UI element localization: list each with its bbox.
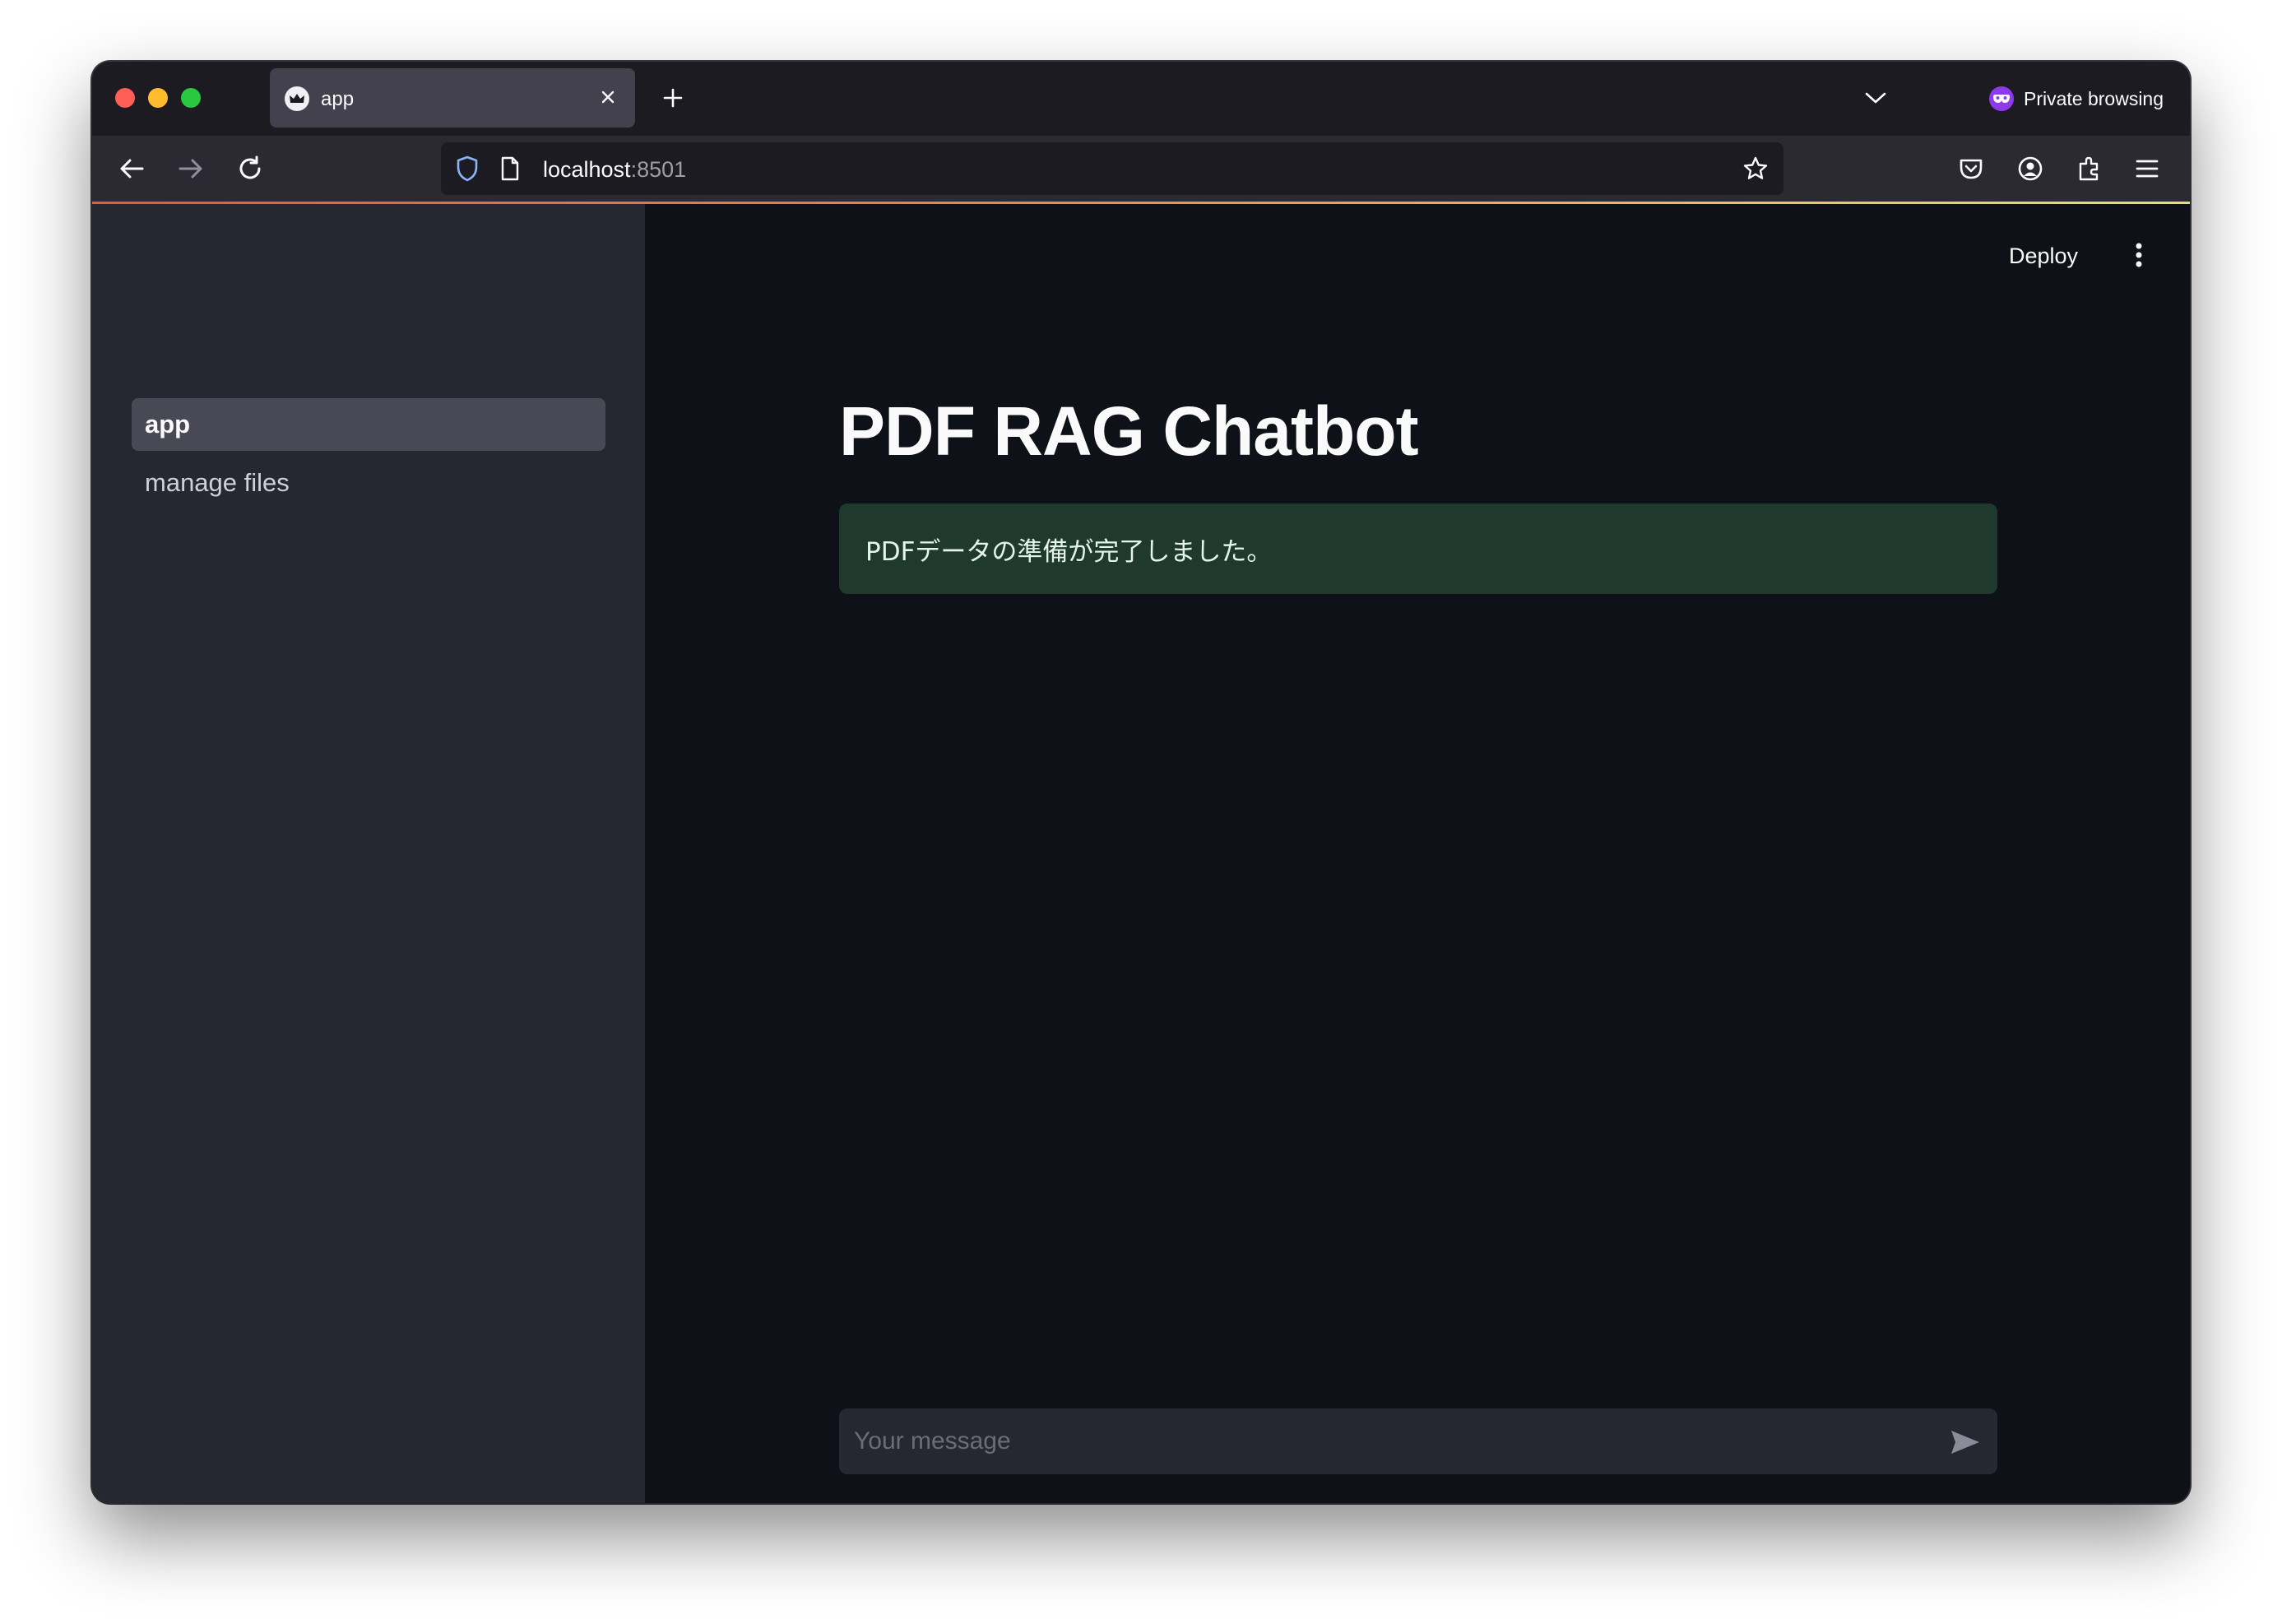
close-window-button[interactable]: [115, 88, 135, 108]
streamlit-crown-icon: [285, 86, 309, 111]
browser-titlebar: app Private browsing: [92, 62, 2190, 136]
tab-title: app: [321, 88, 355, 110]
menu-hamburger-icon[interactable]: [2129, 151, 2165, 187]
page-icon: [495, 154, 525, 183]
sidebar-item-manage-files[interactable]: manage files: [132, 457, 605, 509]
forward-arrow-icon[interactable]: [173, 151, 209, 187]
browser-window: app Private browsing localhost:8501 app …: [92, 62, 2190, 1503]
sidebar-item-app[interactable]: app: [132, 398, 605, 451]
main-content: Deploy PDF RAG Chatbot PDFデータの準備が完了しました。: [645, 204, 2190, 1503]
more-options-icon[interactable]: [2122, 239, 2155, 271]
address-bar[interactable]: localhost:8501: [441, 142, 1783, 195]
chevron-down-icon[interactable]: [1861, 83, 1890, 113]
url-port: :8501: [630, 157, 687, 182]
pocket-icon[interactable]: [1953, 151, 1989, 187]
private-mask-icon: [1989, 86, 2014, 111]
browser-tab[interactable]: app: [270, 68, 635, 128]
chat-input-container: [839, 1408, 1997, 1474]
shield-icon[interactable]: [452, 154, 482, 183]
send-icon[interactable]: [1948, 1425, 1983, 1459]
account-icon[interactable]: [2012, 151, 2048, 187]
new-tab-icon[interactable]: [658, 83, 688, 113]
alert-text: PDFデータの準備が完了しました。: [865, 536, 1273, 567]
bookmark-star-icon[interactable]: [1739, 152, 1772, 185]
extensions-icon[interactable]: [2071, 151, 2108, 187]
chat-message-input[interactable]: [839, 1408, 1925, 1474]
success-alert: PDFデータの準備が完了しました。: [839, 503, 1997, 594]
deploy-button[interactable]: Deploy: [2009, 244, 2078, 269]
sidebar-item-label: manage files: [145, 468, 290, 497]
close-tab-icon[interactable]: [596, 85, 620, 109]
minimize-window-button[interactable]: [148, 88, 168, 108]
reload-icon[interactable]: [232, 151, 268, 187]
sidebar-item-label: app: [145, 410, 191, 438]
back-arrow-icon[interactable]: [114, 151, 150, 187]
zoom-window-button[interactable]: [181, 88, 201, 108]
sidebar: app manage files: [92, 204, 645, 1503]
browser-toolbar: localhost:8501: [92, 136, 2190, 202]
page-title: PDF RAG Chatbot: [839, 392, 1419, 470]
url-host: localhost: [543, 157, 631, 182]
private-browsing-label: Private browsing: [2024, 87, 2164, 109]
private-browsing-indicator: Private browsing: [1989, 85, 2164, 113]
url-text[interactable]: localhost:8501: [543, 157, 686, 183]
